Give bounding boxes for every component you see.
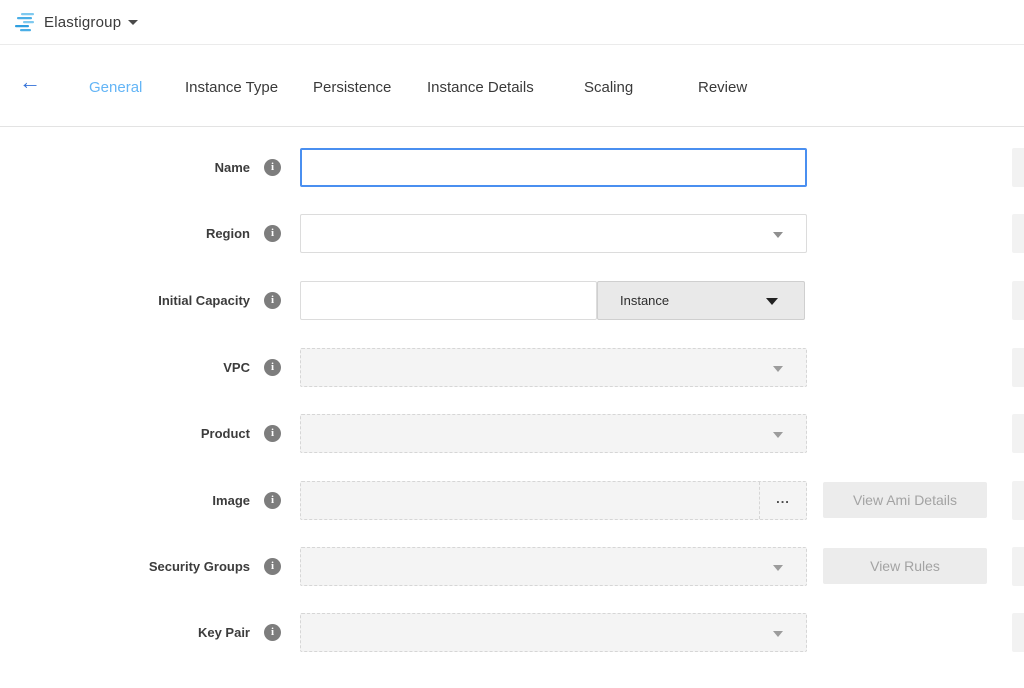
product-label: Product	[201, 414, 250, 453]
product-switcher-caret-icon[interactable]	[128, 20, 138, 25]
form-row-product: Product i	[0, 414, 1024, 453]
info-icon[interactable]: i	[264, 225, 281, 242]
clipped-edge-element	[1012, 613, 1024, 652]
security-groups-label: Security Groups	[149, 547, 250, 586]
clipped-edge-element	[1012, 414, 1024, 453]
elastigroup-logo-icon[interactable]	[15, 12, 37, 33]
elastigroup-create-page: Elastigroup ← General Instance Type Pers…	[0, 0, 1024, 688]
capacity-unit-value: Instance	[620, 282, 669, 319]
form-row-image: Image i ... View Ami Details	[0, 481, 1024, 520]
chevron-down-icon	[773, 232, 783, 238]
product-select-disabled	[300, 414, 807, 453]
image-label: Image	[212, 481, 250, 520]
info-icon[interactable]: i	[264, 492, 281, 509]
name-label: Name	[215, 148, 250, 187]
info-icon[interactable]: i	[264, 359, 281, 376]
tab-instance-type[interactable]: Instance Type	[185, 79, 278, 96]
form-row-key-pair: Key Pair i	[0, 613, 1024, 652]
info-icon[interactable]: i	[264, 425, 281, 442]
clipped-edge-element	[1012, 481, 1024, 520]
vpc-select-disabled	[300, 348, 807, 387]
clipped-edge-element	[1012, 214, 1024, 253]
image-picker-disabled: ...	[300, 481, 807, 520]
info-icon[interactable]: i	[264, 558, 281, 575]
wizard-tab-bar: ← General Instance Type Persistence Inst…	[0, 46, 1024, 127]
capacity-unit-select[interactable]: Instance	[597, 281, 805, 320]
clipped-edge-element	[1012, 148, 1024, 187]
tab-persistence[interactable]: Persistence	[313, 79, 391, 96]
region-label: Region	[206, 214, 250, 253]
chevron-down-icon	[773, 631, 783, 637]
view-ami-details-button: View Ami Details	[823, 482, 987, 518]
vpc-label: VPC	[223, 348, 250, 387]
key-pair-label: Key Pair	[198, 613, 250, 652]
key-pair-select-disabled	[300, 613, 807, 652]
app-header: Elastigroup	[0, 0, 1024, 45]
form-row-name: Name i	[0, 148, 1024, 187]
name-input-wrap	[300, 148, 807, 187]
form-row-region: Region i	[0, 214, 1024, 253]
browse-ellipsis-button: ...	[759, 482, 806, 519]
info-icon[interactable]: i	[264, 159, 281, 176]
tab-review[interactable]: Review	[698, 79, 747, 96]
chevron-down-icon	[773, 366, 783, 372]
info-icon[interactable]: i	[264, 624, 281, 641]
chevron-down-icon	[773, 565, 783, 571]
chevron-down-icon	[773, 432, 783, 438]
tab-general[interactable]: General	[89, 79, 142, 96]
view-rules-button: View Rules	[823, 548, 987, 584]
security-groups-select-disabled	[300, 547, 807, 586]
form-row-vpc: VPC i	[0, 348, 1024, 387]
initial-capacity-input-wrap	[300, 281, 597, 320]
info-icon[interactable]: i	[264, 292, 281, 309]
initial-capacity-input[interactable]	[301, 282, 596, 319]
chevron-down-icon	[766, 298, 778, 305]
product-switcher-label[interactable]: Elastigroup	[44, 14, 121, 31]
region-select[interactable]	[300, 214, 807, 253]
tab-instance-details[interactable]: Instance Details	[427, 79, 534, 96]
clipped-edge-element	[1012, 281, 1024, 320]
name-input[interactable]	[302, 150, 805, 185]
form-row-initial-capacity: Initial Capacity i Instance	[0, 281, 1024, 320]
form-row-security-groups: Security Groups i View Rules	[0, 547, 1024, 586]
clipped-edge-element	[1012, 348, 1024, 387]
tab-scaling[interactable]: Scaling	[584, 79, 633, 96]
initial-capacity-label: Initial Capacity	[158, 281, 250, 320]
clipped-edge-element	[1012, 547, 1024, 586]
back-arrow-icon[interactable]: ←	[19, 71, 41, 93]
